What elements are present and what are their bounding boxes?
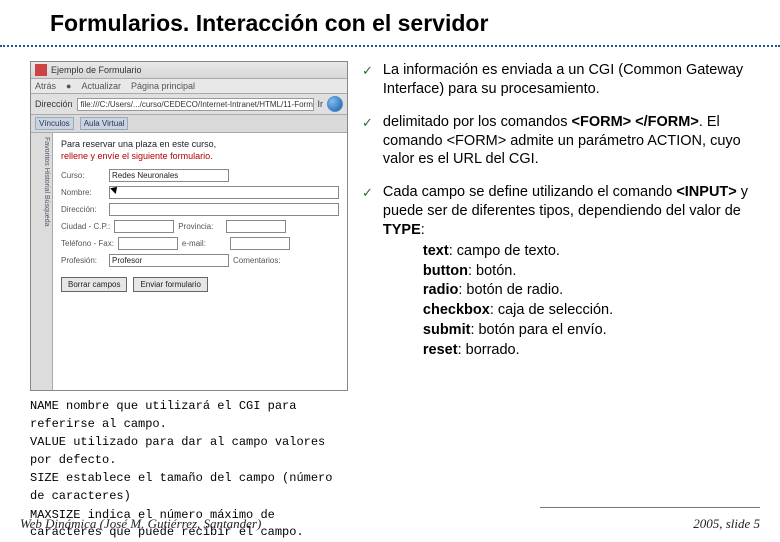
- ciudad-input[interactable]: [114, 220, 174, 233]
- bullet-list: ✓ La información es enviada a un CGI (Co…: [362, 61, 750, 542]
- form-lead-1: Para reservar una plaza en este curso,: [61, 139, 339, 149]
- provincia-input[interactable]: [226, 220, 286, 233]
- checkmark-icon: ✓: [362, 113, 373, 170]
- address-label: Dirección: [35, 99, 73, 109]
- refresh-button[interactable]: Actualizar: [81, 81, 121, 91]
- ciudad-label: Ciudad - C.P.:: [61, 222, 110, 231]
- footer-rule: [540, 507, 760, 508]
- checkmark-icon: ✓: [362, 183, 373, 361]
- linkbar-item[interactable]: Vínculos: [35, 117, 74, 130]
- reset-button[interactable]: Borrar campos: [61, 277, 127, 292]
- bullet-1: La información es enviada a un CGI (Comm…: [383, 61, 750, 99]
- provincia-label: Provincia:: [178, 222, 222, 231]
- nombre-label: Nombre:: [61, 188, 105, 197]
- bullet-3: Cada campo se define utilizando el coman…: [383, 183, 750, 361]
- link-bar: Vínculos Aula Virtual: [31, 115, 347, 133]
- comentarios-label: Comentarios:: [233, 256, 281, 265]
- go-button[interactable]: Ir: [318, 99, 324, 109]
- direccion-input[interactable]: [109, 203, 339, 216]
- type-sublist: text: campo de texto. button: botón. rad…: [423, 242, 750, 360]
- type-checkbox: checkbox: caja de selección.: [423, 301, 750, 320]
- note-value: VALUE utilizado para dar al campo valore…: [30, 435, 325, 467]
- note-name: NAME nombre que utilizará el CGI para re…: [30, 399, 296, 431]
- email-label: e-mail:: [182, 239, 226, 248]
- curso-select[interactable]: Redes Neuronales: [109, 169, 229, 182]
- type-submit: submit: botón para el envío.: [423, 321, 750, 340]
- stop-button[interactable]: ●: [66, 81, 71, 91]
- checkmark-icon: ✓: [362, 61, 373, 99]
- footer-left: Web Dinámica (José M. Gutiérrez, Santand…: [20, 516, 261, 532]
- type-radio: radio: botón de radio.: [423, 281, 750, 300]
- ie-icon: [327, 96, 343, 112]
- home-button[interactable]: Página principal: [131, 81, 195, 91]
- form-lead-2: rellene y envíe el siguiente formulario.: [61, 151, 339, 161]
- curso-label: Curso:: [61, 171, 105, 180]
- favicon-icon: [35, 64, 47, 76]
- profesion-select[interactable]: Profesor: [109, 254, 229, 267]
- nombre-input[interactable]: [109, 186, 339, 199]
- type-reset: reset: borrado.: [423, 341, 750, 360]
- browser-toolbar: Atrás ● Actualizar Página principal: [31, 79, 347, 94]
- url-field[interactable]: file:///C:/Users/.../curso/CEDECO/Intern…: [77, 98, 314, 111]
- email-input[interactable]: [230, 237, 290, 250]
- footer-right: 2005, slide 5: [693, 516, 760, 532]
- telefono-input[interactable]: [118, 237, 178, 250]
- divider: [0, 45, 780, 47]
- profesion-label: Profesión:: [61, 256, 105, 265]
- submit-button[interactable]: Enviar formulario: [133, 277, 207, 292]
- window-title: Ejemplo de Formulario: [51, 65, 142, 75]
- type-button: button: botón.: [423, 262, 750, 281]
- linkbar-item[interactable]: Aula Virtual: [80, 117, 129, 130]
- slide-footer: Web Dinámica (José M. Gutiérrez, Santand…: [0, 516, 780, 532]
- note-size: SIZE establece el tamaño del campo (núme…: [30, 471, 332, 503]
- slide-title: Formularios. Interacción con el servidor: [20, 10, 760, 45]
- content-area: Ejemplo de Formulario Atrás ● Actualizar…: [20, 57, 760, 542]
- type-text: text: campo de texto.: [423, 242, 750, 261]
- address-bar: Dirección file:///C:/Users/.../curso/CED…: [31, 94, 347, 115]
- back-button[interactable]: Atrás: [35, 81, 56, 91]
- explorer-bar: Favoritos Historial Búsqueda: [31, 133, 53, 391]
- direccion-label: Dirección:: [61, 205, 105, 214]
- window-titlebar: Ejemplo de Formulario: [31, 62, 347, 79]
- bullet-2: delimitado por los comandos <FORM> </FOR…: [383, 113, 750, 170]
- form-browser-screenshot: Ejemplo de Formulario Atrás ● Actualizar…: [30, 61, 348, 391]
- form-page: Para reservar una plaza en este curso, r…: [53, 133, 347, 391]
- telefono-label: Teléfono - Fax:: [61, 239, 114, 248]
